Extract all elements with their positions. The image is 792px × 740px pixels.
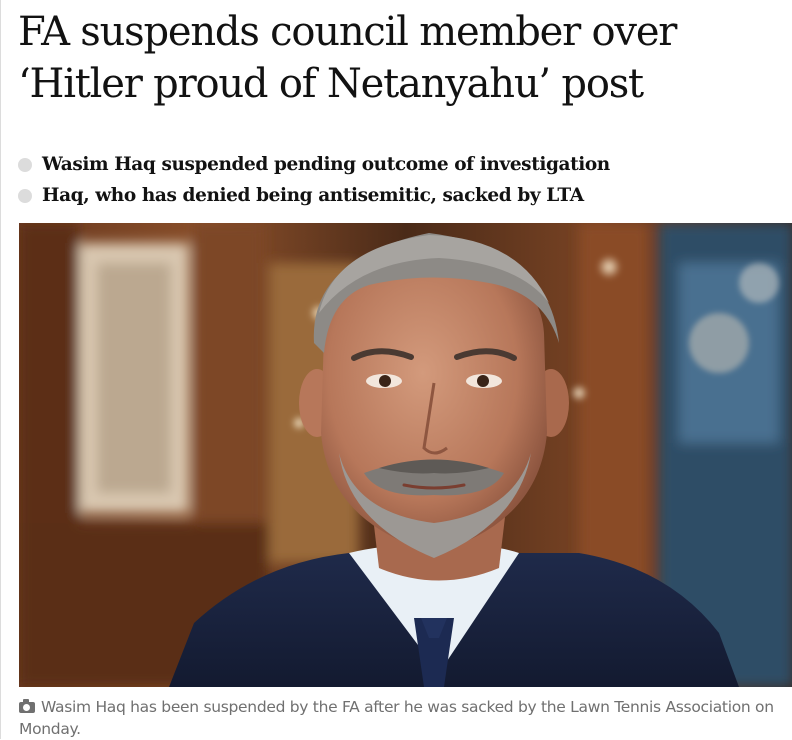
- article: FA suspends council member over ‘Hitler …: [0, 0, 792, 739]
- bullet-dot-icon: [18, 189, 32, 203]
- headline: FA suspends council member over ‘Hitler …: [18, 9, 677, 107]
- portrait-illustration: [19, 223, 792, 687]
- camera-icon: [19, 699, 35, 713]
- standfirst-item: Wasim Haq suspended pending outcome of i…: [18, 150, 788, 181]
- standfirst-text: Haq, who has denied being antisemitic, s…: [42, 185, 584, 206]
- caption-text: Wasim Haq has been suspended by the FA a…: [19, 698, 774, 738]
- standfirst-text: Wasim Haq suspended pending outcome of i…: [42, 154, 610, 175]
- image-caption: Wasim Haq has been suspended by the FA a…: [19, 696, 787, 740]
- standfirst-item: Haq, who has denied being antisemitic, s…: [18, 181, 788, 212]
- bullet-dot-icon: [18, 158, 32, 172]
- standfirst-list: Wasim Haq suspended pending outcome of i…: [18, 150, 788, 212]
- article-photo[interactable]: [19, 223, 792, 687]
